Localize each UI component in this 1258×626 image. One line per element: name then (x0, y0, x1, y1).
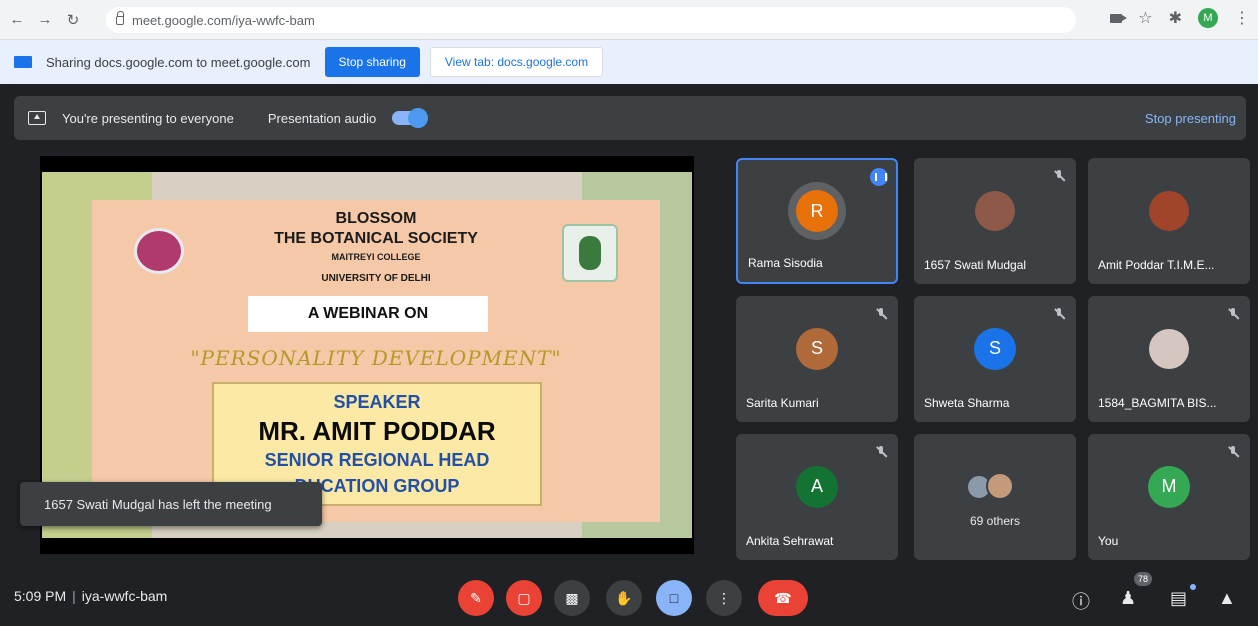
people-icon[interactable]: ♟ (1120, 588, 1136, 609)
meet-window: You're presenting to everyone Presentati… (0, 84, 1258, 626)
slide-title-society: THE BOTANICAL SOCIETY (274, 230, 478, 247)
speaker-role: SENIOR REGIONAL HEAD (264, 450, 490, 470)
more-vert-icon: ⋮ (717, 589, 731, 606)
avatar-photo (1149, 190, 1189, 231)
participant-name: Rama Sisodia (748, 256, 823, 270)
slide-title-blossom: BLOSSOM (335, 210, 417, 227)
meeting-time: 5:09 PM (14, 588, 67, 604)
avatar: A (796, 465, 838, 508)
participant-tile[interactable]: R Rama Sisodia (736, 158, 898, 284)
participant-tile[interactable]: 1657 Swati Mudgal (914, 158, 1076, 284)
browser-actions: ☆ ✱ M ⋮ (1110, 8, 1250, 28)
call-end-icon: ☎ (774, 589, 792, 606)
back-arrow-icon[interactable]: ← (6, 9, 28, 31)
more-vert-icon[interactable]: ⋮ (1234, 8, 1250, 28)
others-count-label: 69 others (969, 514, 1021, 528)
more-options-button[interactable]: ⋮ (706, 580, 742, 616)
browser-toolbar: ← → ↻ meet.google.com/iya-wwfc-bam ☆ ✱ M… (0, 0, 1258, 40)
slide-university: UNIVERSITY OF DELHI (321, 273, 431, 284)
participant-name: You (1098, 534, 1119, 548)
chat-icon[interactable]: ▤ (1170, 588, 1187, 609)
toast-text: 1657 Swati Mudgal has left the meeting (44, 496, 272, 512)
present-to-all-icon: □ (669, 590, 679, 606)
participant-grid: R Rama Sisodia 1657 Swati Mudgal Amit Po… (736, 158, 1250, 562)
participant-name: Amit Poddar T.I.M.E... (1098, 258, 1215, 272)
meeting-code: iya-wwfc-bam (81, 588, 168, 604)
participant-name: Ankita Sehrawat (746, 534, 834, 548)
control-bar: 5:09 PM | iya-wwfc-bam ✎ ▢ ▩ ✋ □ ⋮ ☎ ⓘ 78 … (0, 568, 1258, 626)
avatar: M (1148, 465, 1190, 508)
meeting-details-icon[interactable]: ⓘ (1072, 588, 1090, 614)
bookmark-star-icon[interactable]: ☆ (1138, 8, 1152, 28)
presentation-audio-toggle[interactable] (392, 108, 429, 128)
participant-name: 1584_BAGMITA BIS... (1098, 396, 1217, 410)
lock-icon (116, 10, 124, 25)
left-meeting-toast: 1657 Swati Mudgal has left the meeting (20, 482, 322, 526)
avatar-photo (975, 190, 1015, 231)
camera-button[interactable]: ▢ (506, 580, 542, 616)
participant-name: 1657 Swati Mudgal (924, 258, 1027, 272)
avatar: S (796, 327, 838, 370)
mic-off-icon (1228, 308, 1238, 320)
participant-tile[interactable]: A Ankita Sehrawat (736, 434, 898, 560)
self-tile[interactable]: M You (1088, 434, 1250, 560)
forward-arrow-icon[interactable]: → (34, 9, 56, 31)
mic-off-icon (876, 446, 886, 458)
closed-captions-icon: ▩ (565, 589, 579, 606)
presenting-text: You're presenting to everyone (62, 110, 234, 126)
avatar: R (796, 190, 838, 233)
raise-hand-button[interactable]: ✋ (606, 580, 642, 616)
present-to-all-icon (28, 111, 46, 125)
url-bar[interactable]: meet.google.com/iya-wwfc-bam (106, 7, 1076, 33)
participant-tile[interactable]: Amit Poddar T.I.M.E... (1088, 158, 1250, 284)
sharing-text: Sharing docs.google.com to meet.google.c… (46, 54, 311, 70)
meeting-info: 5:09 PM | iya-wwfc-bam (14, 588, 167, 604)
stop-sharing-button[interactable]: Stop sharing (324, 47, 420, 77)
participant-name: Sarita Kumari (746, 396, 819, 410)
speaking-indicator-icon (870, 168, 888, 186)
screen-share-icon (14, 56, 32, 68)
speaker-name: MR. AMIT PODDAR (258, 416, 496, 446)
captions-button[interactable]: ▩ (554, 580, 590, 616)
participant-tile[interactable]: S Shweta Sharma (914, 296, 1076, 422)
mic-off-icon (1228, 446, 1238, 458)
view-tab-button[interactable]: View tab: docs.google.com (429, 47, 604, 77)
others-tile[interactable]: 69 others (914, 434, 1076, 560)
avatar: S (974, 327, 1016, 370)
slide-webinar-label: A WEBINAR ON (248, 296, 488, 332)
camera-icon[interactable] (1110, 13, 1128, 23)
microphone-button[interactable]: ✎ (458, 580, 494, 616)
videocam-off-icon: ▢ (517, 589, 531, 606)
separator: | (72, 588, 76, 604)
participant-name: Shweta Sharma (924, 396, 1010, 410)
participant-tile[interactable]: 1584_BAGMITA BIS... (1088, 296, 1250, 422)
mic-off-icon (876, 308, 886, 320)
mic-off-icon: ✎ (470, 589, 482, 606)
present-button[interactable]: □ (656, 580, 692, 616)
slide-topic: "PERSONALITY DEVELOPMENT" (190, 346, 562, 370)
presentation-audio-label: Presentation audio (267, 110, 377, 126)
sharing-bar: Sharing docs.google.com to meet.google.c… (0, 40, 1258, 84)
speaker-label: SPEAKER (333, 392, 421, 412)
reload-icon[interactable]: ↻ (62, 9, 84, 31)
profile-avatar[interactable]: M (1198, 8, 1218, 28)
extensions-icon[interactable]: ✱ (1169, 8, 1182, 28)
avatar-photo (1149, 328, 1189, 369)
mic-off-icon (1054, 170, 1064, 182)
participant-tile[interactable]: S Sarita Kumari (736, 296, 898, 422)
presenting-banner: You're presenting to everyone Presentati… (14, 96, 1246, 140)
hand-icon: ✋ (615, 589, 633, 606)
slide-college: MAITREYI COLLEGE (331, 252, 421, 262)
slide-content: BLOSSOM THE BOTANICAL SOCIETY MAITREYI C… (92, 200, 660, 522)
leave-call-button[interactable]: ☎ (758, 580, 808, 616)
url-text: meet.google.com/iya-wwfc-bam (132, 12, 315, 28)
mic-off-icon (1054, 308, 1064, 320)
others-avatar-stack (966, 472, 1026, 502)
avatar-photo (986, 472, 1014, 500)
chat-notification-dot (1190, 584, 1196, 590)
activities-icon[interactable]: ▲ (1218, 588, 1236, 609)
participant-count-badge: 78 (1134, 572, 1152, 586)
stop-presenting-button[interactable]: Stop presenting (1145, 111, 1236, 126)
